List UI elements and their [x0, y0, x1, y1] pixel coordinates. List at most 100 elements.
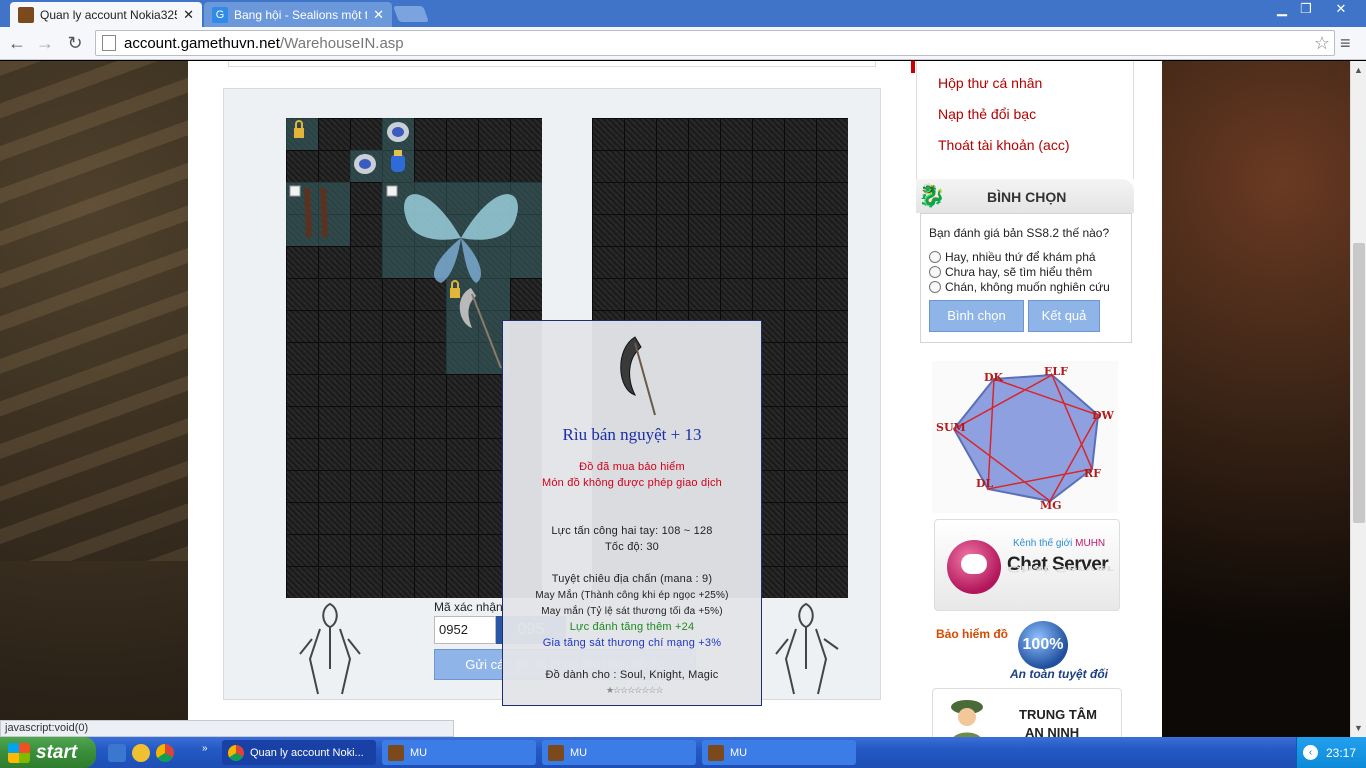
- class-ring-diagram: DK ELF DW RF MG DL SUM: [932, 361, 1118, 513]
- mu-icon: [388, 744, 404, 761]
- chat-bubble-icon: [947, 540, 1001, 594]
- lock-icon: [450, 280, 460, 298]
- tooltip-line: Tuyệt chiêu địa chấn (mana : 9): [551, 573, 713, 585]
- vote-option-label: Chưa hay, sẽ tìm hiểu thêm: [945, 265, 1093, 279]
- vote-option-label: Hay, nhiều thứ để khám phá: [945, 250, 1096, 264]
- taskbar-item-mu[interactable]: MU: [382, 740, 536, 765]
- chat-caption-b: MUHN: [1075, 538, 1106, 549]
- background-art-right: [1162, 61, 1350, 737]
- radio-icon[interactable]: [929, 251, 941, 263]
- scroll-thumb[interactable]: [1353, 243, 1365, 523]
- insurance-title: Bảo hiểm đồ: [936, 627, 1009, 641]
- confirm-code-label: Mã xác nhận: [434, 600, 503, 614]
- vote-option-2[interactable]: Chưa hay, sẽ tìm hiểu thêm: [929, 265, 1092, 279]
- radio-icon[interactable]: [929, 281, 941, 293]
- mu-icon: [548, 744, 564, 761]
- tab-title: Bang hội - Sealions một thế g: [234, 7, 368, 22]
- confirm-code-input[interactable]: 0952: [434, 616, 496, 644]
- dragon-icon: 🐉: [918, 183, 946, 208]
- potion-icon: [391, 150, 405, 172]
- vote-button[interactable]: Bình chọn: [929, 300, 1024, 332]
- vote-box: Bạn đánh giá bản SS8.2 thế nào? Hay, nhi…: [920, 213, 1132, 343]
- item-tooltip: Rìu bán nguyệt + 13 Đồ đã mua bảo hiểm M…: [502, 320, 762, 706]
- chrome-icon: [228, 744, 244, 761]
- tooltip-line: Lực đánh tăng thêm +24: [569, 621, 695, 633]
- taskbar-item-mu[interactable]: MU: [702, 740, 856, 765]
- checkbox-icon: [289, 185, 301, 197]
- status-bar: javascript:void(0): [0, 720, 454, 737]
- result-button[interactable]: Kết quả: [1028, 300, 1100, 332]
- checkbox-icon: [386, 185, 398, 197]
- chrome-icon[interactable]: [156, 744, 174, 762]
- tooltip-line: Lực tấn công hai tay: 108 ~ 128: [551, 525, 713, 537]
- chat-title-reflection: Chat Server: [1007, 563, 1114, 575]
- ie-icon[interactable]: [108, 744, 126, 762]
- task-label: Quan ly account Noki...: [250, 746, 364, 759]
- bookmark-star-icon[interactable]: ☆: [1310, 33, 1334, 54]
- tab-guild[interactable]: G Bang hội - Sealions một thế g ✕: [204, 2, 392, 27]
- address-bar[interactable]: account.gamethuvn.net/WarehouseIN.asp ☆: [95, 30, 1335, 56]
- security-line-1: TRUNG TÂM: [1019, 707, 1097, 722]
- wings-icon: [404, 194, 518, 283]
- mu-icon: [708, 744, 724, 761]
- new-tab-button[interactable]: [393, 6, 429, 22]
- back-icon[interactable]: ←: [4, 31, 30, 55]
- g-favicon-icon: G: [212, 6, 228, 23]
- taskbar-item-mu[interactable]: MU: [542, 740, 696, 765]
- scroll-down-icon[interactable]: ▼: [1354, 723, 1363, 733]
- tab-strip: Quan ly account Nokia3250 N ✕ G Bang hội…: [0, 0, 1366, 27]
- vote-option-1[interactable]: Hay, nhiều thứ để khám phá: [929, 250, 1096, 264]
- link-inbox[interactable]: Hộp thư cá nhân: [938, 75, 1042, 91]
- taskbar-item-chrome[interactable]: Quan ly account Noki...: [222, 740, 376, 765]
- vote-option-label: Chán, không muốn nghiên cứu: [945, 280, 1110, 294]
- class-label: RF: [1084, 467, 1101, 480]
- class-label: SUM: [936, 421, 966, 434]
- security-line-2: AN NINH: [1025, 725, 1080, 737]
- boots-icon: [304, 188, 328, 238]
- insurance-subtitle: An toàn tuyệt đối: [1010, 667, 1108, 681]
- restore-icon[interactable]: ❐: [1292, 0, 1320, 18]
- system-tray: ‹ 23:17: [1296, 737, 1366, 768]
- tray-expand-icon[interactable]: ‹: [1303, 745, 1318, 760]
- item-stars: ★☆☆☆☆☆☆☆: [606, 685, 664, 695]
- item-name: Rìu bán nguyệt + 13: [562, 425, 702, 444]
- menu-icon[interactable]: ≡: [1340, 33, 1351, 54]
- vote-title: BÌNH CHỌN: [987, 189, 1067, 205]
- page-icon: [102, 35, 116, 51]
- url-path: /WarehouseIN.asp: [279, 34, 404, 52]
- page-scrollbar[interactable]: ▲ ▼: [1350, 61, 1366, 737]
- start-label: start: [36, 741, 78, 763]
- reload-icon[interactable]: ↻: [62, 31, 88, 55]
- quicklaunch-expand-icon[interactable]: »: [202, 743, 208, 754]
- scroll-up-icon[interactable]: ▲: [1354, 65, 1363, 75]
- mu-favicon-icon: [18, 6, 34, 23]
- tab-account[interactable]: Quan ly account Nokia3250 N ✕: [10, 2, 202, 27]
- close-tab-icon[interactable]: ✕: [373, 7, 384, 23]
- link-recharge[interactable]: Nạp thẻ đổi bạc: [938, 106, 1036, 122]
- vote-option-3[interactable]: Chán, không muốn nghiên cứu: [929, 280, 1110, 294]
- windows-flag-icon: [8, 742, 30, 763]
- close-tab-icon[interactable]: ✕: [183, 7, 194, 23]
- police-officer-icon: [951, 700, 983, 737]
- axe-icon: [459, 288, 502, 369]
- half-moon-axe-icon: [620, 336, 656, 416]
- top-box: [228, 61, 876, 67]
- start-button[interactable]: start: [0, 737, 96, 768]
- messenger-icon[interactable]: [132, 744, 150, 762]
- url-host: account.gamethuvn.net: [124, 34, 280, 52]
- chat-server-banner[interactable]: Kênh thế giới MUHN Chat Server Chat Serv…: [934, 519, 1120, 611]
- right-sidebar: Hộp thư cá nhân Nạp thẻ đổi bạc Thoát tà…: [911, 61, 1136, 737]
- lock-icon: [294, 120, 304, 138]
- link-logout[interactable]: Thoát tài khoản (acc): [938, 137, 1070, 153]
- security-center-banner[interactable]: TRUNG TÂM AN NINH: [932, 688, 1122, 737]
- close-window-icon[interactable]: ✕: [1326, 0, 1356, 18]
- insurance-banner[interactable]: Bảo hiểm đồ 100% An toàn tuyệt đối: [936, 621, 1120, 683]
- tab-title: Quan ly account Nokia3250 N: [40, 7, 177, 22]
- tooltip-line: Món đồ không được phép giao dịch: [542, 477, 722, 489]
- radio-icon[interactable]: [929, 266, 941, 278]
- forward-icon[interactable]: →: [32, 31, 58, 55]
- tooltip-line: May Mắn (Thành công khi ép ngọc +25%): [535, 590, 729, 601]
- tooltip-line: Tốc độ: 30: [605, 541, 659, 553]
- helm-icon: [354, 154, 376, 174]
- windows-taskbar: start » Quan ly account Noki... MU MU MU…: [0, 737, 1366, 768]
